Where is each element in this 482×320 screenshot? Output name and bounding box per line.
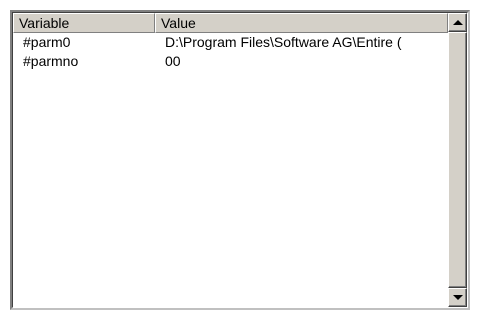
variable-value: D:\Program Files\Software AG\Entire ( <box>165 34 402 50</box>
column-header-row: Variable Value <box>13 13 448 33</box>
variables-panel: Variable Value #parm0 D:\Program Files\S… <box>0 0 482 320</box>
column-header-variable[interactable]: Variable <box>13 13 155 33</box>
variable-name: #parm0 <box>23 34 71 50</box>
variable-name: #parmno <box>23 53 79 69</box>
scrollbar-thumb[interactable] <box>448 32 467 288</box>
table-body: #parm0 D:\Program Files\Software AG\Enti… <box>13 33 448 71</box>
column-header-value[interactable]: Value <box>155 13 448 33</box>
variables-list[interactable]: Variable Value #parm0 D:\Program Files\S… <box>12 12 468 308</box>
scroll-up-button[interactable] <box>448 13 467 32</box>
table-row[interactable]: #parm0 D:\Program Files\Software AG\Enti… <box>13 33 448 52</box>
arrow-up-icon <box>453 20 463 25</box>
variables-list-frame: Variable Value #parm0 D:\Program Files\S… <box>10 10 470 310</box>
arrow-down-icon <box>453 295 463 300</box>
scroll-down-button[interactable] <box>448 288 467 307</box>
table-row[interactable]: #parmno 00 <box>13 52 448 71</box>
variable-value: 00 <box>165 53 181 69</box>
vertical-scrollbar[interactable] <box>448 13 467 307</box>
